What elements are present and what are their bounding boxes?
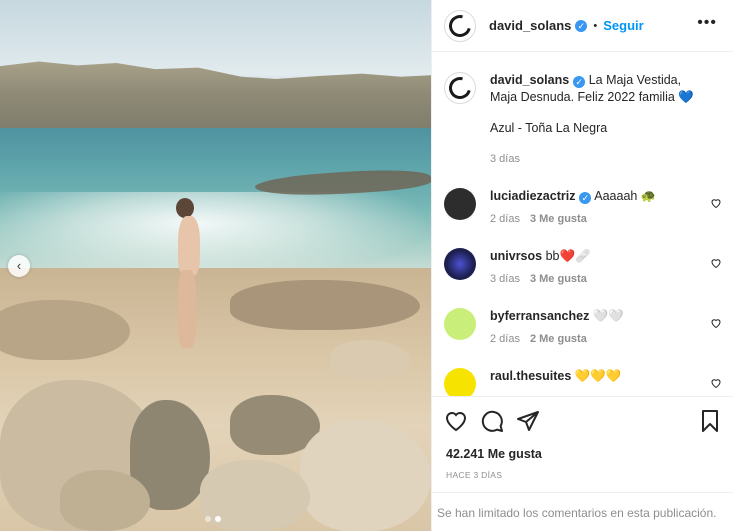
photo-cliffs	[0, 61, 431, 136]
comment-username[interactable]: luciadiezactriz	[490, 189, 575, 203]
caption-song: Azul - Toña La Negra	[490, 121, 608, 135]
likes-count[interactable]: 42.241 Me gusta	[446, 447, 542, 461]
blue-heart-emoji: 💙	[678, 90, 694, 104]
heart-icon[interactable]	[710, 317, 722, 329]
photo-rock	[300, 420, 431, 531]
comment-icon[interactable]	[480, 409, 504, 433]
comment-text: 💛💛💛	[574, 369, 622, 383]
comment-likes[interactable]: 3 Me gusta	[530, 273, 587, 285]
comment-text: Aaaaah 🐢	[594, 189, 657, 203]
commenter-avatar[interactable]	[444, 188, 476, 220]
comment-row: univrsos bb❤️🩹 3 días 3 Me gusta	[444, 248, 722, 288]
carousel-dot	[205, 516, 211, 522]
comment-time: 2 días	[490, 213, 520, 225]
comment-row: byferransanchez 🤍🤍 2 días 2 Me gusta	[444, 308, 722, 348]
carousel-dots	[205, 516, 221, 522]
comment-username[interactable]: univrsos	[490, 249, 542, 263]
post-header: david_solans ✓ • Seguir •••	[432, 0, 733, 52]
chevron-left-icon: ‹	[16, 258, 22, 273]
photo-rock	[60, 470, 150, 531]
header-separator: •	[593, 19, 598, 32]
post-date: HACE 3 DÍAS	[446, 470, 503, 480]
commenter-avatar[interactable]	[444, 308, 476, 340]
comment-time: 3 días	[490, 273, 520, 285]
verified-icon: ✓	[575, 19, 588, 32]
action-bar	[432, 396, 733, 444]
bookmark-icon[interactable]	[698, 409, 722, 433]
author-avatar[interactable]	[444, 9, 476, 42]
heart-icon[interactable]	[710, 197, 722, 209]
comment-row: raul.thesuites 💛💛💛	[444, 368, 722, 396]
author-avatar[interactable]	[444, 72, 476, 104]
comment-row: luciadiezactriz ✓ Aaaaah 🐢 2 días 3 Me gus…	[444, 188, 722, 228]
heart-icon[interactable]	[444, 409, 468, 433]
comments-limited-notice: Se han limitado los comentarios en esta …	[432, 492, 733, 531]
author-username[interactable]: david_solans	[489, 18, 571, 33]
post-sidebar: david_solans ✓ • Seguir ••• david_solans…	[431, 0, 733, 531]
comment-username[interactable]: raul.thesuites	[490, 369, 571, 383]
verified-icon: ✓	[579, 192, 592, 204]
commenter-avatar[interactable]	[444, 368, 476, 396]
heart-icon[interactable]	[710, 377, 722, 389]
caption: david_solans ✓ La Maja Vestida, Maja Desn…	[444, 72, 722, 168]
caption-username[interactable]: david_solans	[490, 73, 569, 87]
comment-likes[interactable]: 2 Me gusta	[530, 333, 587, 345]
comment-likes[interactable]: 3 Me gusta	[530, 213, 587, 225]
comment-time: 2 días	[490, 333, 520, 345]
caption-time: 3 días	[490, 153, 520, 165]
comment-text: 🤍🤍	[592, 309, 624, 323]
photo-rock	[330, 340, 410, 380]
comment-username[interactable]: byferransanchez	[490, 309, 589, 323]
more-options-icon[interactable]: •••	[697, 14, 717, 32]
carousel-prev-button[interactable]: ‹	[8, 255, 30, 277]
photo-rock	[230, 280, 420, 330]
heart-icon[interactable]	[710, 257, 722, 269]
share-icon[interactable]	[516, 409, 540, 433]
commenter-avatar[interactable]	[444, 248, 476, 280]
comment-text: bb❤️🩹	[545, 249, 591, 263]
post-photo[interactable]: ‹	[0, 0, 431, 531]
verified-icon: ✓	[573, 76, 586, 88]
follow-button[interactable]: Seguir	[603, 18, 643, 33]
photo-person	[168, 198, 212, 350]
comments-list[interactable]: david_solans ✓ La Maja Vestida, Maja Desn…	[432, 52, 733, 396]
carousel-dot-active	[215, 516, 221, 522]
